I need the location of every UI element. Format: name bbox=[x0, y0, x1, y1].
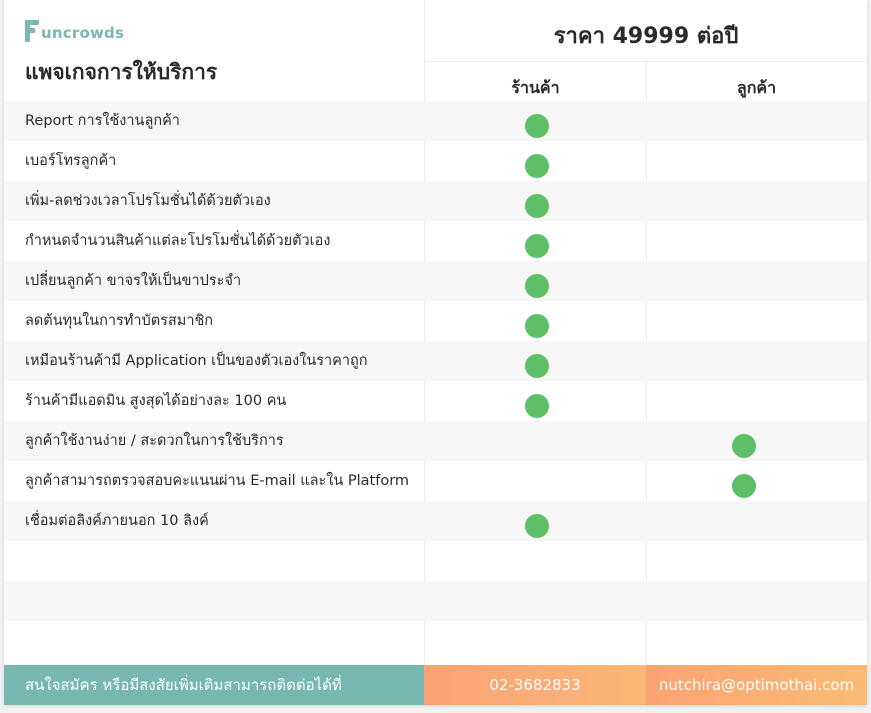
feature-label: กำหนดจำนวนสินค้าแต่ละโปรโมชั่นได้ด้วยตัว… bbox=[25, 233, 331, 249]
feature-row: ลูกค้าสามารถตรวจสอบคะแนนผ่าน E-mail และใ… bbox=[4, 461, 867, 501]
store-check-icon bbox=[525, 314, 549, 338]
feature-label: Report การใช้งานลูกค้า bbox=[25, 113, 180, 129]
contact-phone[interactable]: 02-3682833 bbox=[424, 665, 646, 705]
feature-row bbox=[4, 541, 867, 581]
column-header-customer: ลูกค้า bbox=[736, 78, 777, 97]
feature-row: Report การใช้งานลูกค้า bbox=[4, 101, 867, 141]
feature-list: Report การใช้งานลูกค้าเบอร์โทรลูกค้าเพิ่… bbox=[4, 101, 867, 661]
store-check-icon bbox=[525, 234, 549, 258]
feature-row: เชื่อมต่อลิงค์ภายนอก 10 ลิงค์ bbox=[4, 501, 867, 541]
contact-footer: สนใจสมัคร หรือมีสงสัยเพิ่มเติมสามารถติดต… bbox=[4, 665, 867, 705]
feature-row: ร้านค้ามีแอดมิน สูงสุดได้อย่างละ 100 คน bbox=[4, 381, 867, 421]
store-check-icon bbox=[525, 194, 549, 218]
feature-row bbox=[4, 621, 867, 661]
customer-check-icon bbox=[732, 474, 756, 498]
feature-row: เพิ่ม-ลดช่วงเวลาโปรโมชั่นได้ด้วยตัวเอง bbox=[4, 181, 867, 221]
column-header-store: ร้านค้า bbox=[511, 78, 560, 97]
store-check-icon bbox=[525, 394, 549, 418]
feature-label: เชื่อมต่อลิงค์ภายนอก 10 ลิงค์ bbox=[25, 513, 209, 529]
store-check-icon bbox=[525, 354, 549, 378]
contact-note: สนใจสมัคร หรือมีสงสัยเพิ่มเติมสามารถติดต… bbox=[4, 665, 424, 705]
feature-row: เหมือนร้านค้ามี Application เป็นของตัวเอ… bbox=[4, 341, 867, 381]
package-title: แพจเกจการให้บริการ bbox=[25, 60, 218, 84]
feature-label: ลดต้นทุนในการทำบัตรสมาชิก bbox=[25, 313, 214, 329]
feature-label: เพิ่ม-ลดช่วงเวลาโปรโมชั่นได้ด้วยตัวเอง bbox=[25, 193, 271, 209]
feature-row: ลูกค้าใช้งานง่าย / สะดวกในการใช้บริการ bbox=[4, 421, 867, 461]
feature-label: เปลี่ยนลูกค้า ขาจรให้เป็นขาประจำ bbox=[25, 273, 242, 289]
feature-row: ลดต้นทุนในการทำบัตรสมาชิก bbox=[4, 301, 867, 341]
funcrowds-logo: uncrowds bbox=[25, 19, 124, 43]
pricing-card: uncrowds แพจเกจการให้บริการ ราคา 49999 ต… bbox=[4, 0, 867, 705]
price-header: ราคา 49999 ต่อปี bbox=[553, 24, 739, 49]
feature-row: เปลี่ยนลูกค้า ขาจรให้เป็นขาประจำ bbox=[4, 261, 867, 301]
header-divider bbox=[425, 61, 867, 62]
customer-check-icon bbox=[732, 434, 756, 458]
logo-text: uncrowds bbox=[41, 24, 125, 42]
contact-email[interactable]: nutchira@optimothai.com bbox=[646, 665, 867, 705]
store-check-icon bbox=[525, 514, 549, 538]
store-check-icon bbox=[525, 274, 549, 298]
feature-label: เบอร์โทรลูกค้า bbox=[25, 153, 117, 169]
feature-label: ลูกค้าสามารถตรวจสอบคะแนนผ่าน E-mail และใ… bbox=[25, 473, 410, 489]
store-check-icon bbox=[525, 114, 549, 138]
feature-label: ลูกค้าใช้งานง่าย / สะดวกในการใช้บริการ bbox=[25, 433, 284, 449]
store-check-icon bbox=[525, 154, 549, 178]
feature-label: ร้านค้ามีแอดมิน สูงสุดได้อย่างละ 100 คน bbox=[25, 393, 287, 409]
feature-row bbox=[4, 581, 867, 621]
feature-label: เหมือนร้านค้ามี Application เป็นของตัวเอ… bbox=[25, 353, 368, 369]
feature-row: เบอร์โทรลูกค้า bbox=[4, 141, 867, 181]
feature-row: กำหนดจำนวนสินค้าแต่ละโปรโมชั่นได้ด้วยตัว… bbox=[4, 221, 867, 261]
logo-f-icon bbox=[25, 20, 39, 42]
